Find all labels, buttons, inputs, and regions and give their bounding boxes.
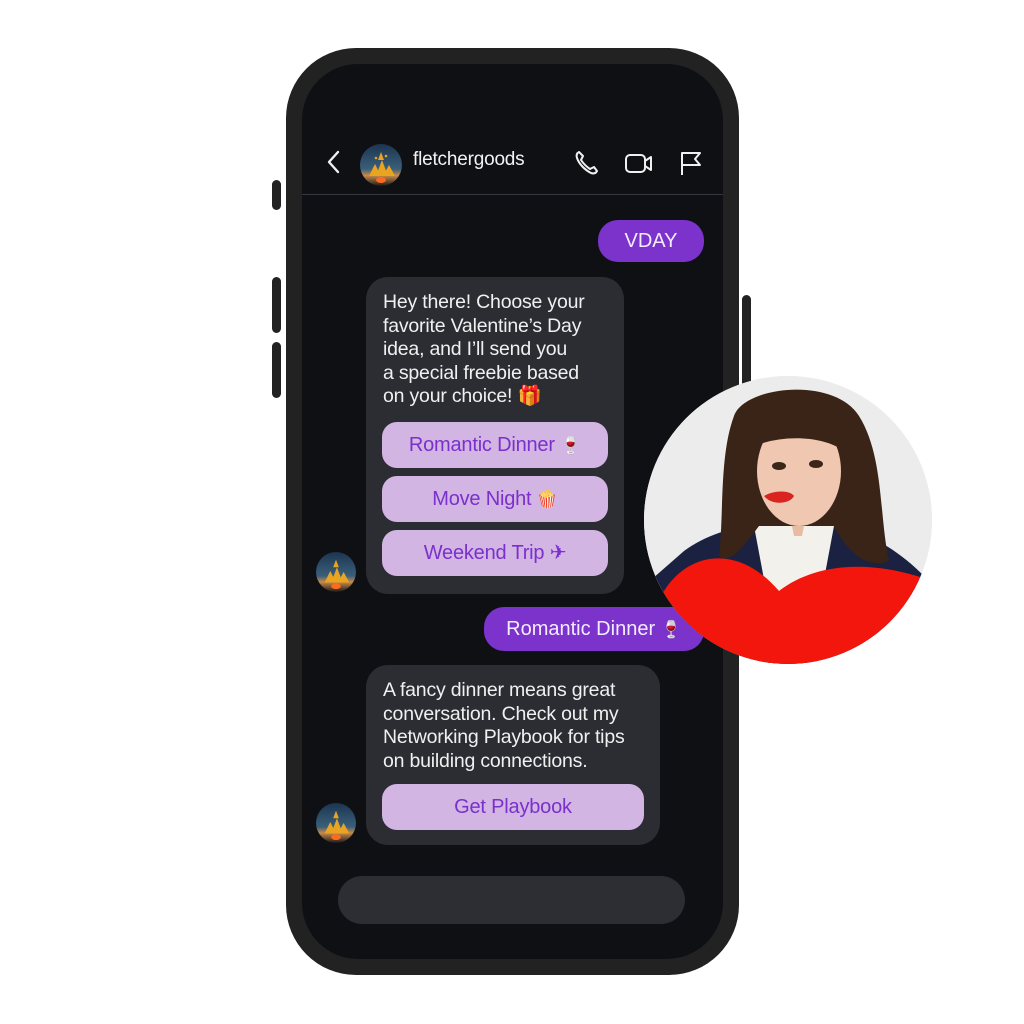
- message-text: Romantic Dinner: [506, 618, 656, 640]
- campfire-logo-icon: [316, 552, 356, 592]
- flag-icon[interactable]: [676, 148, 706, 178]
- volume-down-button: [272, 342, 281, 398]
- airplane-icon: ✈: [549, 541, 567, 564]
- power-button: [742, 295, 751, 387]
- message-input[interactable]: [338, 876, 685, 924]
- message-line: conversation. Check out my: [383, 702, 619, 725]
- action-button: [272, 180, 281, 210]
- wine-glass-icon: 🍷: [560, 435, 582, 455]
- message-line: on building connections.: [383, 749, 588, 772]
- popcorn-icon: 🍿: [536, 489, 558, 509]
- avatar[interactable]: [360, 144, 402, 186]
- chevron-left-icon[interactable]: [324, 149, 344, 175]
- message-text: VDAY: [624, 230, 678, 252]
- message-line: favorite Valentine’s Day: [383, 314, 582, 337]
- phone-icon[interactable]: [572, 148, 602, 178]
- incoming-message: Hey there! Choose your favorite Valentin…: [366, 277, 624, 594]
- username[interactable]: fletchergoods: [413, 149, 525, 171]
- quick-reply-label: Move Night: [432, 487, 532, 510]
- wine-glass-icon: 🍷: [660, 620, 682, 639]
- sender-avatar: [316, 552, 356, 592]
- quick-reply-weekend-trip[interactable]: Weekend Trip ✈: [382, 529, 608, 576]
- portrait-illustration: [644, 376, 932, 664]
- message-text: A fancy dinner means great conversation.…: [366, 665, 660, 773]
- quick-reply-romantic-dinner[interactable]: Romantic Dinner 🍷: [382, 421, 608, 468]
- message-line: a special freebie based: [383, 361, 579, 384]
- quick-reply-label: Weekend Trip: [423, 541, 545, 564]
- campfire-logo-icon: [360, 144, 402, 186]
- incoming-message: A fancy dinner means great conversation.…: [366, 665, 660, 845]
- outgoing-message: Romantic Dinner 🍷: [484, 607, 704, 651]
- message-line: Hey there! Choose your: [383, 291, 585, 313]
- message-line: A fancy dinner means great: [383, 679, 616, 701]
- message-line: on your choice! 🎁: [383, 385, 542, 407]
- message-text: Hey there! Choose your favorite Valentin…: [366, 277, 624, 409]
- get-playbook-button[interactable]: Get Playbook: [382, 784, 644, 830]
- quick-reply-label: Romantic Dinner: [408, 433, 555, 456]
- portrait-photo: [644, 376, 932, 664]
- sender-avatar: [316, 803, 356, 843]
- campfire-logo-icon: [316, 803, 356, 843]
- button-label: Get Playbook: [454, 796, 572, 818]
- message-line: idea, and I’ll send you: [383, 338, 568, 360]
- quick-reply-move-night[interactable]: Move Night 🍿: [382, 475, 608, 522]
- video-camera-icon[interactable]: [624, 148, 654, 178]
- outgoing-message: VDAY: [598, 220, 704, 262]
- volume-up-button: [272, 277, 281, 333]
- message-line: Networking Playbook for tips: [383, 726, 625, 748]
- chat-header: fletchergoods: [302, 129, 723, 195]
